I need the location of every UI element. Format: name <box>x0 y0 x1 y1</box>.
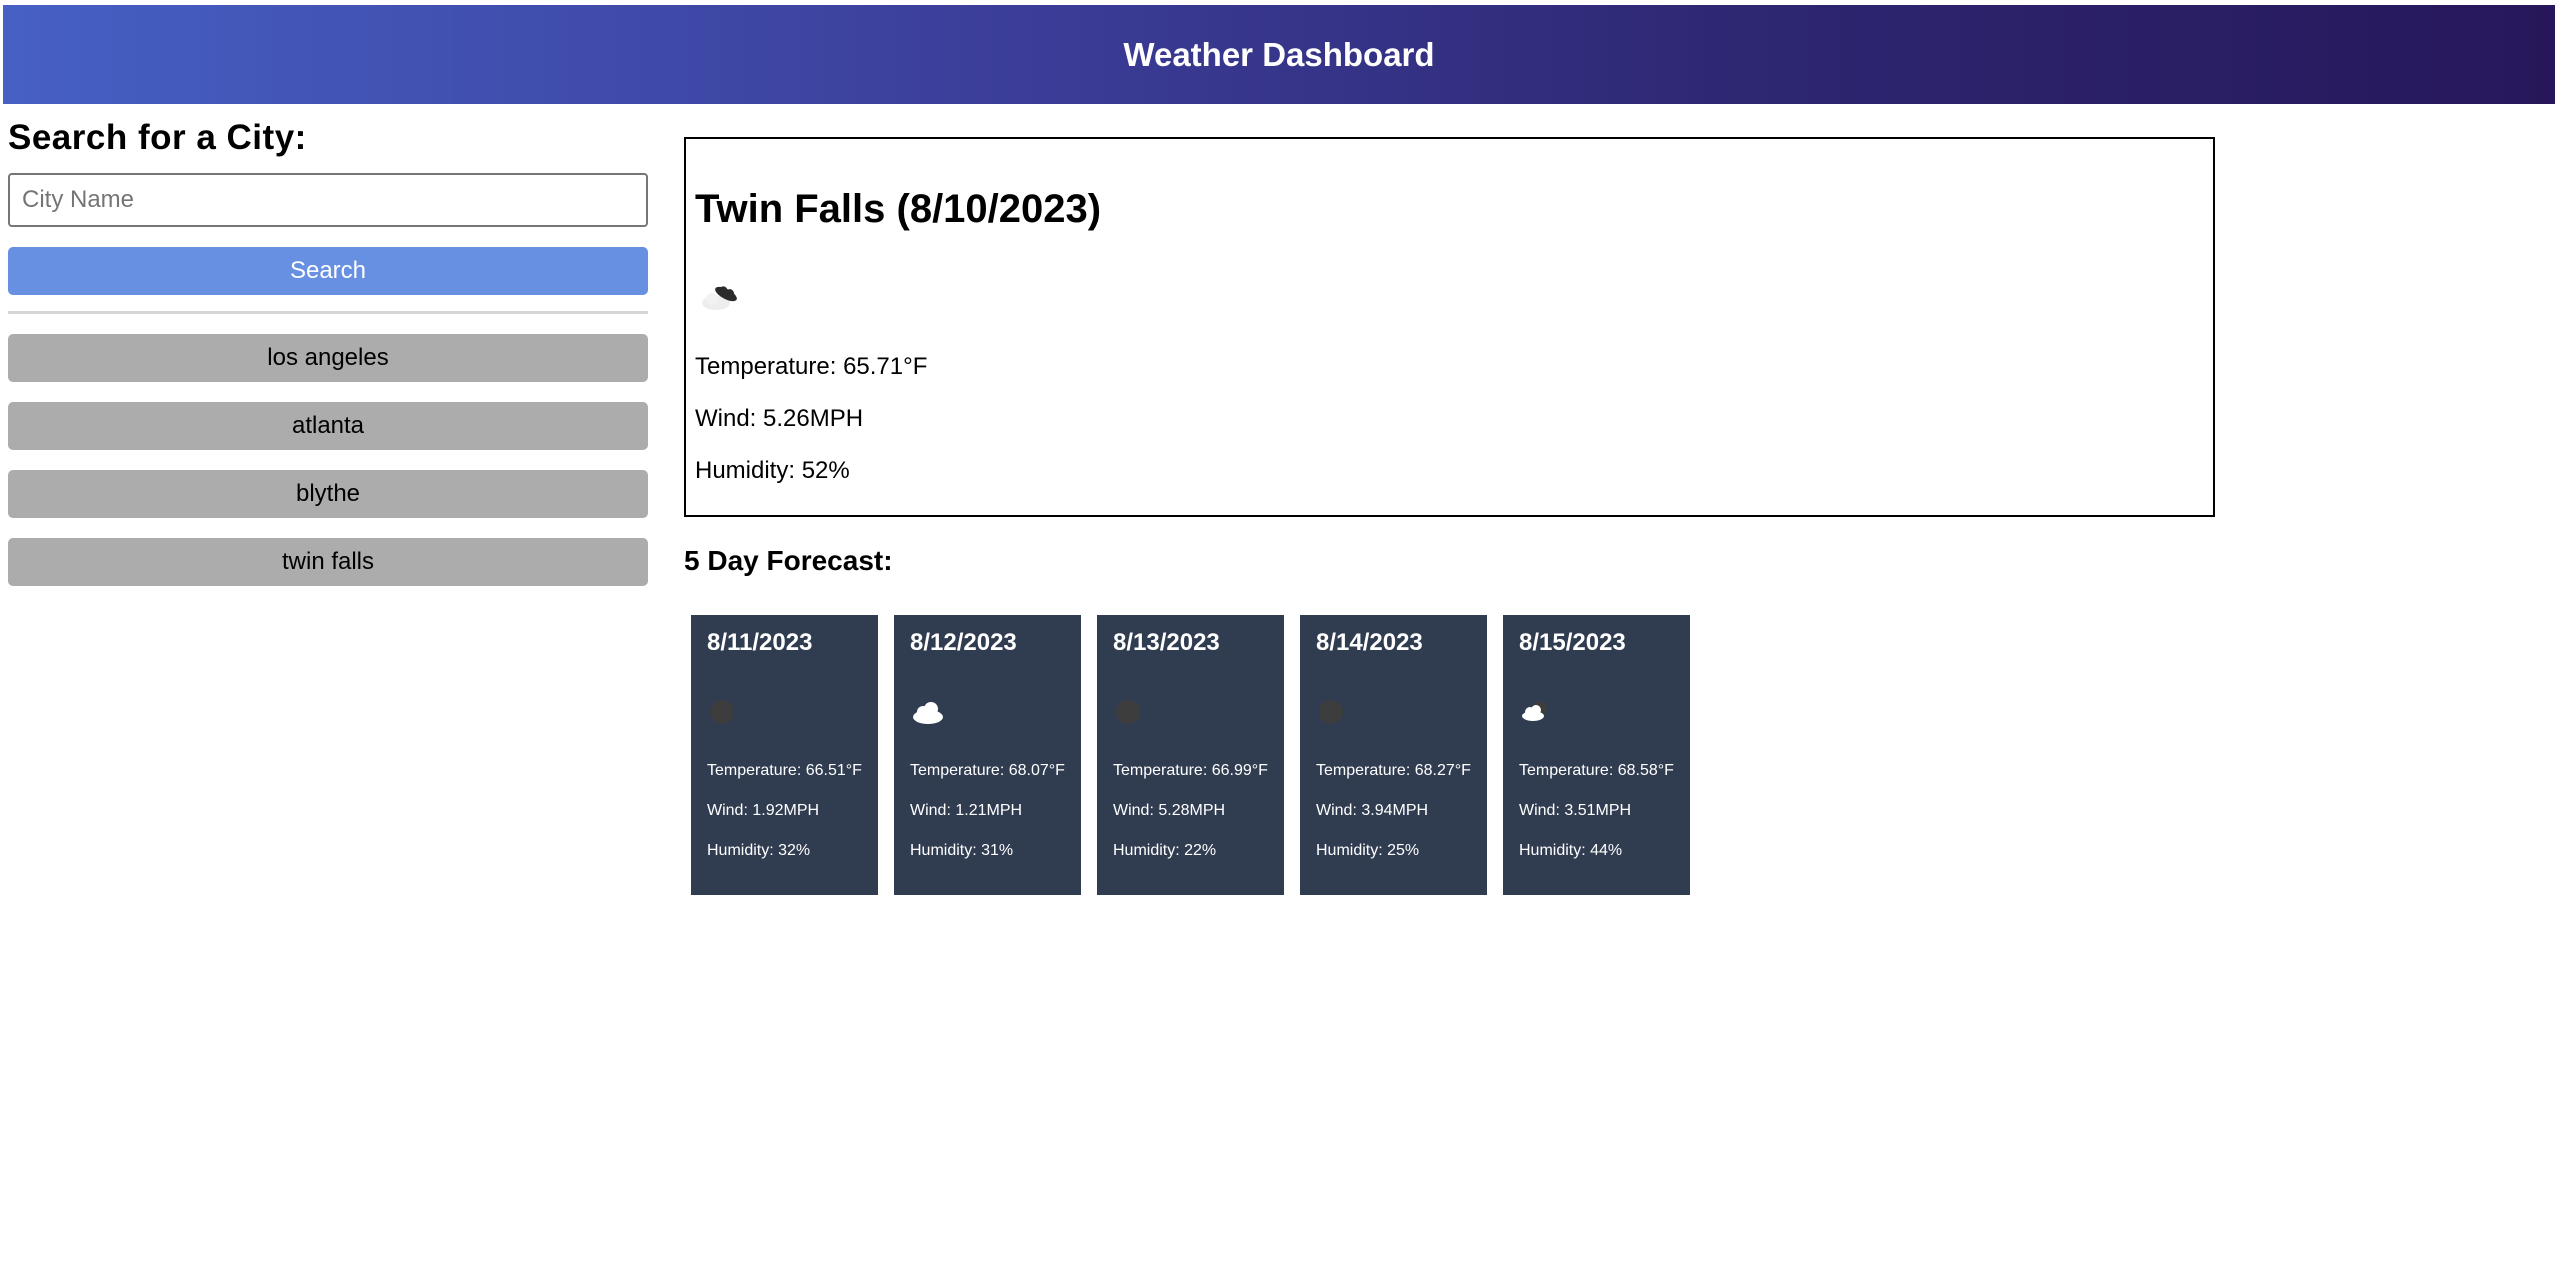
broken-clouds-icon <box>700 277 742 322</box>
forecast-card: 8/15/2023 Temperature: 68.58°F Wind: 3.5… <box>1503 615 1690 895</box>
forecast-temperature: Temperature: 66.99°F <box>1113 762 1268 779</box>
forecast-card: 8/11/2023 Temperature: 66.51°F Wind: 1.9… <box>691 615 878 895</box>
search-history: los angeles atlanta blythe twin falls <box>8 334 648 586</box>
forecast-date: 8/14/2023 <box>1316 629 1423 656</box>
forecast-temperature: Temperature: 68.58°F <box>1519 762 1674 779</box>
forecast-card: 8/14/2023 Temperature: 68.27°F Wind: 3.9… <box>1300 615 1487 895</box>
current-wind: Wind: 5.26MPH <box>695 405 864 432</box>
history-button-blythe[interactable]: blythe <box>8 470 648 518</box>
app-header: Weather Dashboard <box>3 5 2555 104</box>
forecast-temperature: Temperature: 68.07°F <box>910 762 1065 779</box>
city-search-input[interactable] <box>8 173 648 227</box>
history-button-los-angeles[interactable]: los angeles <box>8 334 648 382</box>
clear-night-icon <box>707 697 737 732</box>
clear-night-icon <box>1316 697 1346 732</box>
forecast-wind: Wind: 1.92MPH <box>707 802 820 819</box>
forecast-wind: Wind: 3.94MPH <box>1316 802 1429 819</box>
partly-cloudy-night-icon <box>1519 697 1553 732</box>
forecast-wind: Wind: 1.21MPH <box>910 802 1023 819</box>
forecast-cards: 8/11/2023 Temperature: 66.51°F Wind: 1.9… <box>691 615 1690 895</box>
forecast-humidity: Humidity: 22% <box>1113 842 1217 859</box>
forecast-card: 8/12/2023 Temperature: 68.07°F Wind: 1.2… <box>894 615 1081 895</box>
clear-night-icon <box>1113 697 1143 732</box>
forecast-date: 8/12/2023 <box>910 629 1017 656</box>
history-button-twin-falls[interactable]: twin falls <box>8 538 648 586</box>
forecast-title: 5 Day Forecast: <box>684 545 893 576</box>
forecast-humidity: Humidity: 31% <box>910 842 1014 859</box>
forecast-humidity: Humidity: 25% <box>1316 842 1420 859</box>
app-title: Weather Dashboard <box>1123 35 1435 73</box>
current-temperature: Temperature: 65.71°F <box>695 353 928 380</box>
forecast-humidity: Humidity: 44% <box>1519 842 1623 859</box>
current-humidity: Humidity: 52% <box>695 457 850 484</box>
search-sidebar: Search for a City: Search los angeles at… <box>8 112 648 606</box>
forecast-wind: Wind: 3.51MPH <box>1519 802 1632 819</box>
forecast-date: 8/11/2023 <box>707 629 813 656</box>
forecast-date: 8/15/2023 <box>1519 629 1626 656</box>
forecast-wind: Wind: 5.28MPH <box>1113 802 1226 819</box>
forecast-date: 8/13/2023 <box>1113 629 1220 656</box>
cloud-icon <box>910 697 946 732</box>
sidebar-divider <box>8 311 648 314</box>
forecast-temperature: Temperature: 66.51°F <box>707 762 862 779</box>
forecast-card: 8/13/2023 Temperature: 66.99°F Wind: 5.2… <box>1097 615 1284 895</box>
search-heading: Search for a City: <box>8 118 307 157</box>
current-weather-panel: Twin Falls (8/10/2023) Temperature: 65.7… <box>684 137 2215 517</box>
current-city-title: Twin Falls (8/10/2023) <box>695 187 1102 231</box>
forecast-humidity: Humidity: 32% <box>707 842 811 859</box>
history-button-atlanta[interactable]: atlanta <box>8 402 648 450</box>
search-button[interactable]: Search <box>8 247 648 295</box>
forecast-temperature: Temperature: 68.27°F <box>1316 762 1471 779</box>
